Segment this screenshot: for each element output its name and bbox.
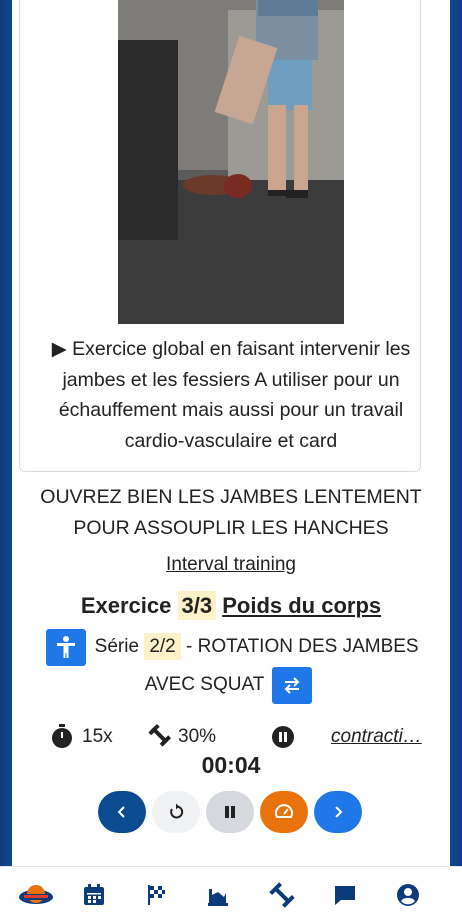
pause-button[interactable] xyxy=(206,791,254,833)
serie-label: Série xyxy=(94,636,140,657)
reps-value: 15x xyxy=(82,726,113,747)
speed-button[interactable] xyxy=(260,791,308,833)
pause-icon xyxy=(225,806,235,818)
training-type-link[interactable]: Interval training xyxy=(0,554,462,576)
club-logo[interactable] xyxy=(18,881,54,909)
exercise-video[interactable] xyxy=(118,0,344,324)
swap-icon xyxy=(284,677,300,694)
user-circle-icon[interactable] xyxy=(394,881,422,909)
hint-line-2: POUR ASSOUPLIR LES HANCHES xyxy=(73,517,389,539)
speedometer-icon xyxy=(275,804,293,818)
dumbbell-icon[interactable] xyxy=(268,881,296,909)
restart-button[interactable] xyxy=(152,791,200,833)
serie-name-line-2: AVEC SQUAT xyxy=(144,674,265,695)
exercise-index: 3/3 xyxy=(177,591,217,620)
exercise-description: ▶ Exercice global en faisant intervenir … xyxy=(51,338,411,452)
bottom-navigation xyxy=(0,866,462,920)
exercise-hint: OUVREZ BIEN LES JAMBES LENTEMENT POUR AS… xyxy=(12,482,450,544)
serie-line-2: AVEC SQUAT xyxy=(0,668,462,702)
chevron-right-icon xyxy=(335,806,343,818)
serie-index: 2/2 xyxy=(144,633,181,660)
hint-line-1: OUVREZ BIEN LES JAMBES LENTEMENT xyxy=(40,486,422,508)
exercise-stats: 15x 30% contracti… xyxy=(0,722,462,756)
timer: 00:04 xyxy=(201,752,261,778)
progress-chart-icon[interactable] xyxy=(204,881,232,909)
serie-name-line-1: - ROTATION DES JAMBES xyxy=(186,636,419,657)
equipment-link[interactable]: Poids du corps xyxy=(222,593,381,618)
next-button[interactable] xyxy=(314,791,362,833)
chevron-left-icon xyxy=(117,806,125,818)
previous-button[interactable] xyxy=(98,791,146,833)
mode-link[interactable]: contracti… xyxy=(331,722,422,752)
exercise-label: Exercice xyxy=(80,593,172,618)
chat-icon[interactable] xyxy=(331,881,359,909)
intensity-value: 30% xyxy=(178,726,217,747)
swap-exercise-button[interactable] xyxy=(272,667,312,704)
video-frame xyxy=(118,0,344,324)
calendar-icon[interactable] xyxy=(80,881,108,909)
serie-line-1: Série 2/2 - ROTATION DES JAMBES xyxy=(0,630,462,664)
replay-icon xyxy=(170,803,184,819)
checkered-flag-icon[interactable] xyxy=(142,881,170,909)
exercise-header: Exercice 3/3 Poids du corps xyxy=(0,588,462,624)
